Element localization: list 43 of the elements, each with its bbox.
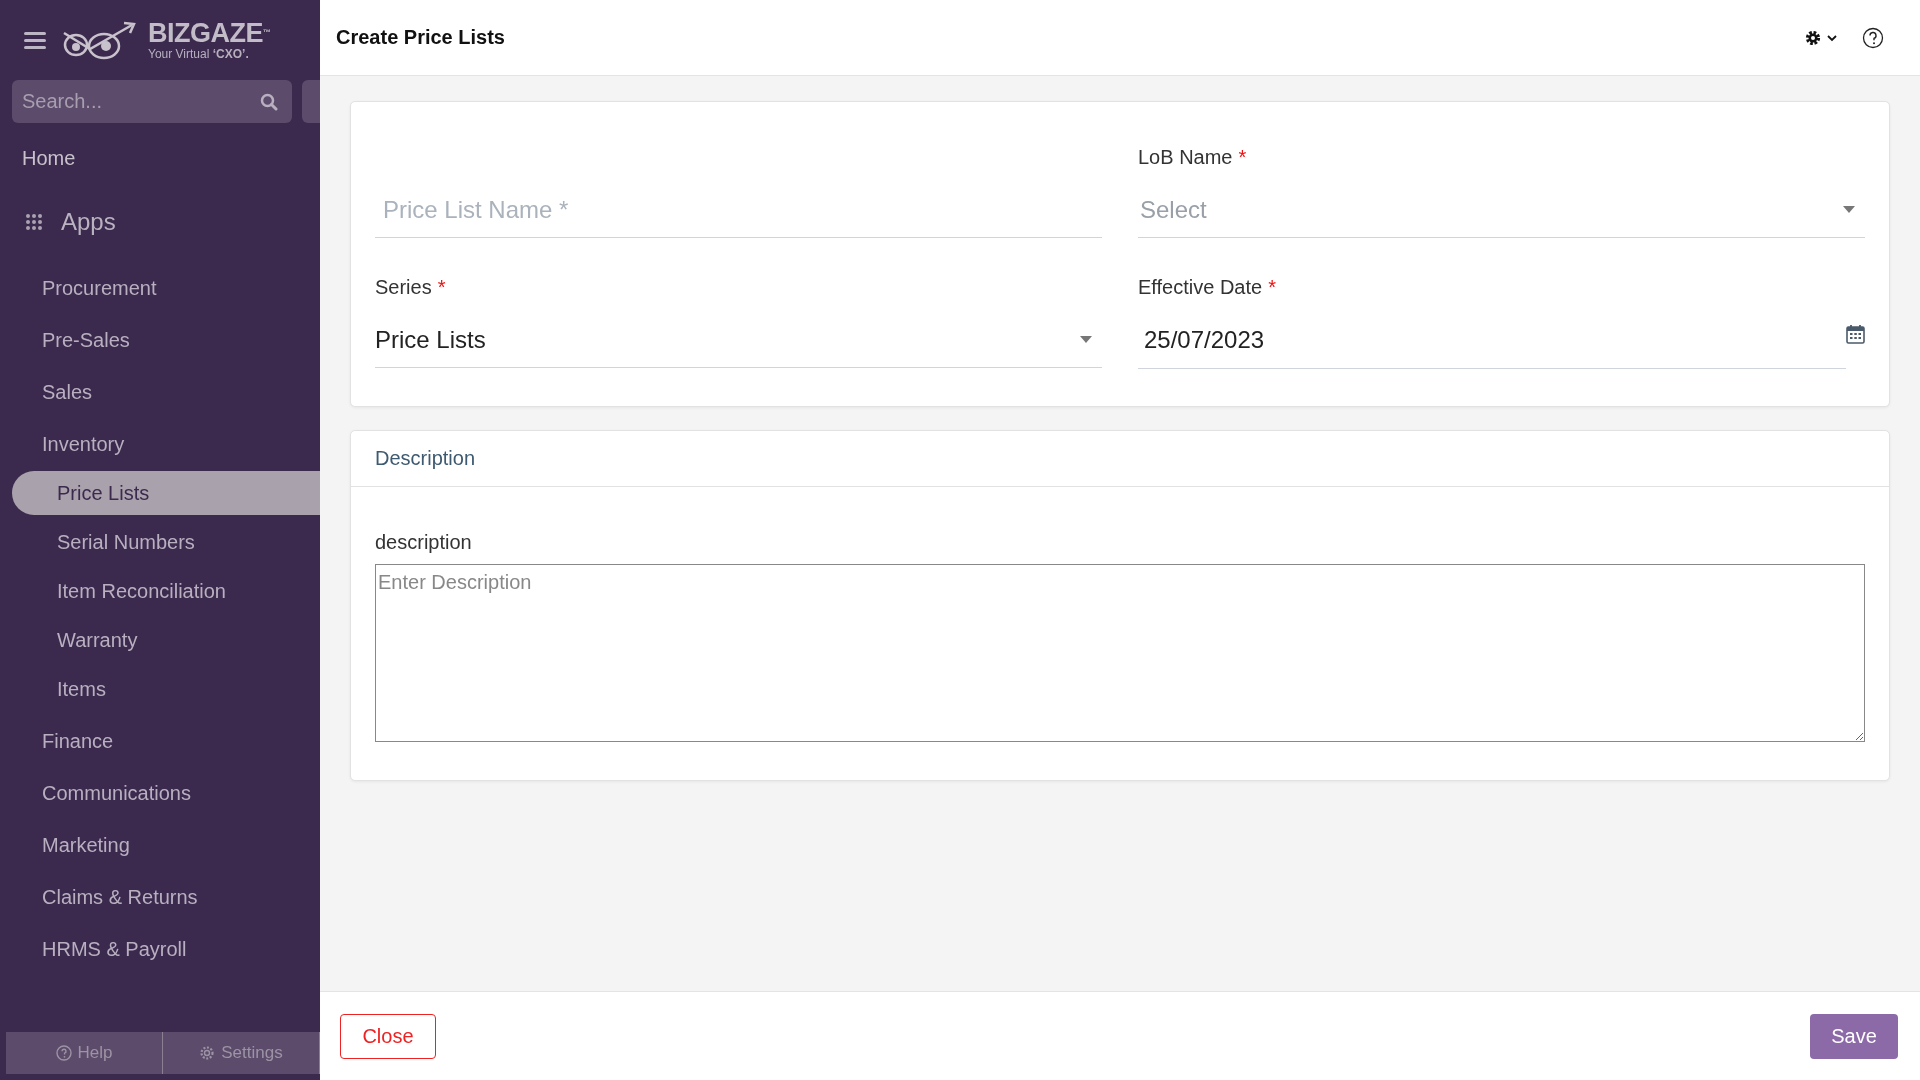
menu-item[interactable]: Marketing	[12, 823, 320, 867]
date-field[interactable]: 25/07/2023	[1138, 312, 1846, 369]
home-link[interactable]: Home	[0, 123, 320, 170]
calendar-icon[interactable]	[1846, 323, 1865, 344]
save-button[interactable]: Save	[1810, 1013, 1898, 1059]
section-title: Description	[375, 447, 476, 470]
submenu-item[interactable]: Serial Numbers	[12, 520, 320, 564]
menu-item[interactable]: Pre-Sales	[12, 318, 320, 362]
search-icon	[260, 92, 278, 111]
required-mark: *	[1238, 146, 1247, 168]
brand-name: BIZGAZE$^{™}$	[148, 19, 271, 47]
field-label: Effective Date	[1138, 276, 1263, 298]
search-input[interactable]: Search...	[20, 89, 260, 114]
submenu-item[interactable]: Item Reconciliation	[12, 569, 320, 613]
menu-item[interactable]: Finance	[12, 719, 320, 763]
help-icon[interactable]	[1862, 26, 1884, 49]
menu-item[interactable]: Procurement	[12, 266, 320, 310]
menu-item[interactable]: Communications	[12, 771, 320, 815]
dropdown-caret-icon	[1080, 336, 1092, 343]
menu-item[interactable]: HRMS & Payroll	[12, 927, 320, 971]
required-mark: *	[1268, 276, 1276, 298]
menu-item[interactable]: Inventory	[12, 422, 320, 466]
search-field[interactable]: Search...	[12, 80, 292, 123]
menu-item[interactable]: Sales	[12, 370, 320, 414]
close-button[interactable]: Close	[340, 1013, 436, 1059]
submenu-item[interactable]: Price Lists	[12, 471, 320, 515]
field-label: Series	[375, 276, 432, 298]
menu-item[interactable]: Claims & Returns	[12, 875, 320, 919]
field-label: description	[375, 531, 473, 554]
gear-icon	[199, 1045, 216, 1061]
field-label: LoB Name	[1138, 146, 1233, 168]
apps-heading: Apps	[61, 208, 116, 236]
grid-icon	[25, 213, 43, 231]
description-textarea[interactable]: Enter Description	[375, 564, 1865, 742]
submenu-item[interactable]: Items	[12, 667, 320, 711]
brand-tagline: Your Virtual ‘CXO’.	[148, 47, 250, 61]
help-icon	[55, 1045, 72, 1061]
required-mark: *	[437, 276, 446, 298]
menu-icon[interactable]	[24, 31, 46, 49]
dropdown-caret-icon	[1843, 206, 1855, 213]
select-field[interactable]: Price Lists	[375, 312, 1102, 368]
page-title: Create Price Lists	[336, 26, 505, 49]
submenu-item[interactable]: Warranty	[12, 618, 320, 662]
